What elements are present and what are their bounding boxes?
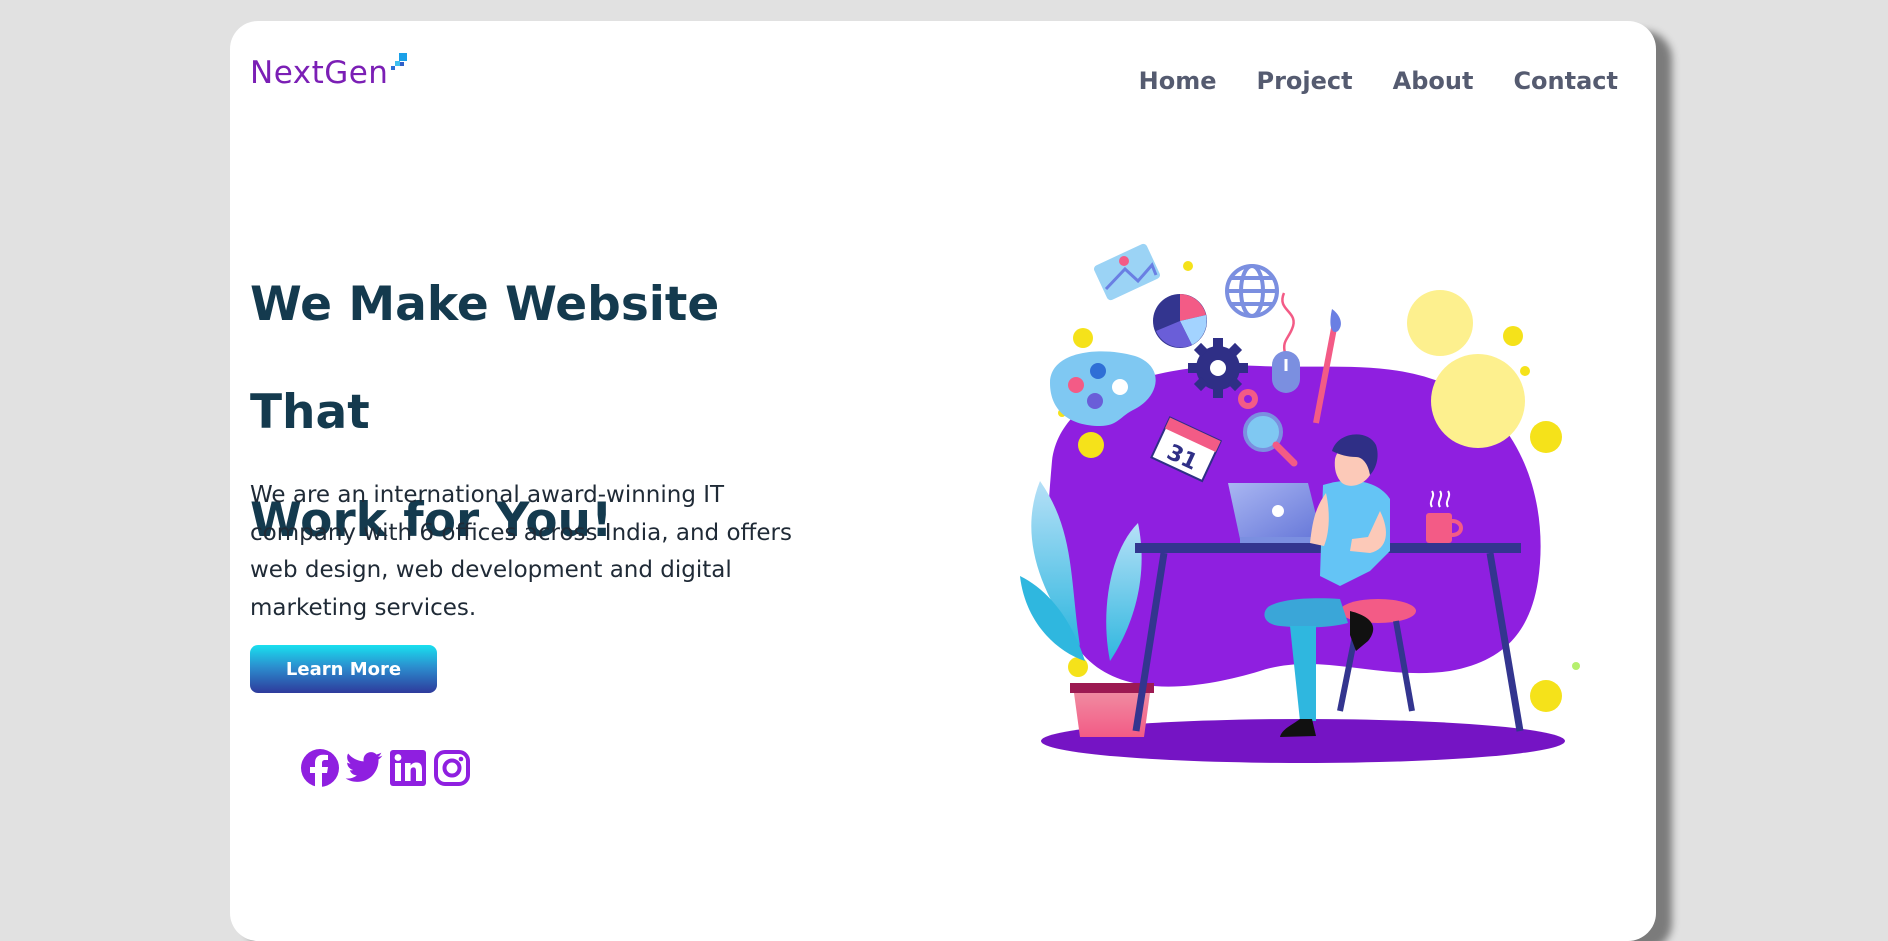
hero-illustration: 31: [1020, 243, 1580, 763]
hero-description: We are an international award-winning IT…: [250, 482, 792, 621]
yellow-dot: [1530, 680, 1562, 712]
page-card: NextGen Home Project About Contact We Ma…: [230, 21, 1656, 941]
nav-project[interactable]: Project: [1257, 67, 1353, 95]
yellow-dot: [1183, 261, 1193, 271]
hero-headline-line-1: We Make Website That: [250, 277, 720, 440]
logo-mark-icon: [391, 53, 409, 75]
yellow-dot: [1078, 432, 1104, 458]
yellow-dot: [1530, 421, 1562, 453]
globe-icon: [1225, 264, 1279, 318]
twitter-icon[interactable]: [344, 748, 384, 788]
image-card-icon: [1094, 243, 1160, 301]
mouse-icon: [1272, 292, 1300, 393]
main-nav: Home Project About Contact: [1139, 67, 1618, 95]
instagram-icon[interactable]: [432, 748, 472, 788]
yellow-dot: [1520, 366, 1530, 376]
nav-contact[interactable]: Contact: [1513, 67, 1618, 95]
pie-chart-icon: [1153, 294, 1207, 348]
nav-about[interactable]: About: [1393, 67, 1474, 95]
social-links: [300, 748, 472, 788]
yellow-dot: [1073, 328, 1093, 348]
yellow-blob: [1407, 290, 1473, 356]
yellow-dot: [1503, 326, 1523, 346]
yellow-dot: [1572, 662, 1580, 670]
brand-name: NextGen: [250, 55, 389, 91]
brand-logo[interactable]: NextGen: [250, 53, 409, 91]
yellow-blob: [1431, 354, 1525, 448]
yellow-dot: [1068, 657, 1088, 677]
learn-more-button[interactable]: Learn More: [250, 645, 437, 693]
nav-home[interactable]: Home: [1139, 67, 1217, 95]
facebook-icon[interactable]: [300, 748, 340, 788]
linkedin-icon[interactable]: [388, 748, 428, 788]
